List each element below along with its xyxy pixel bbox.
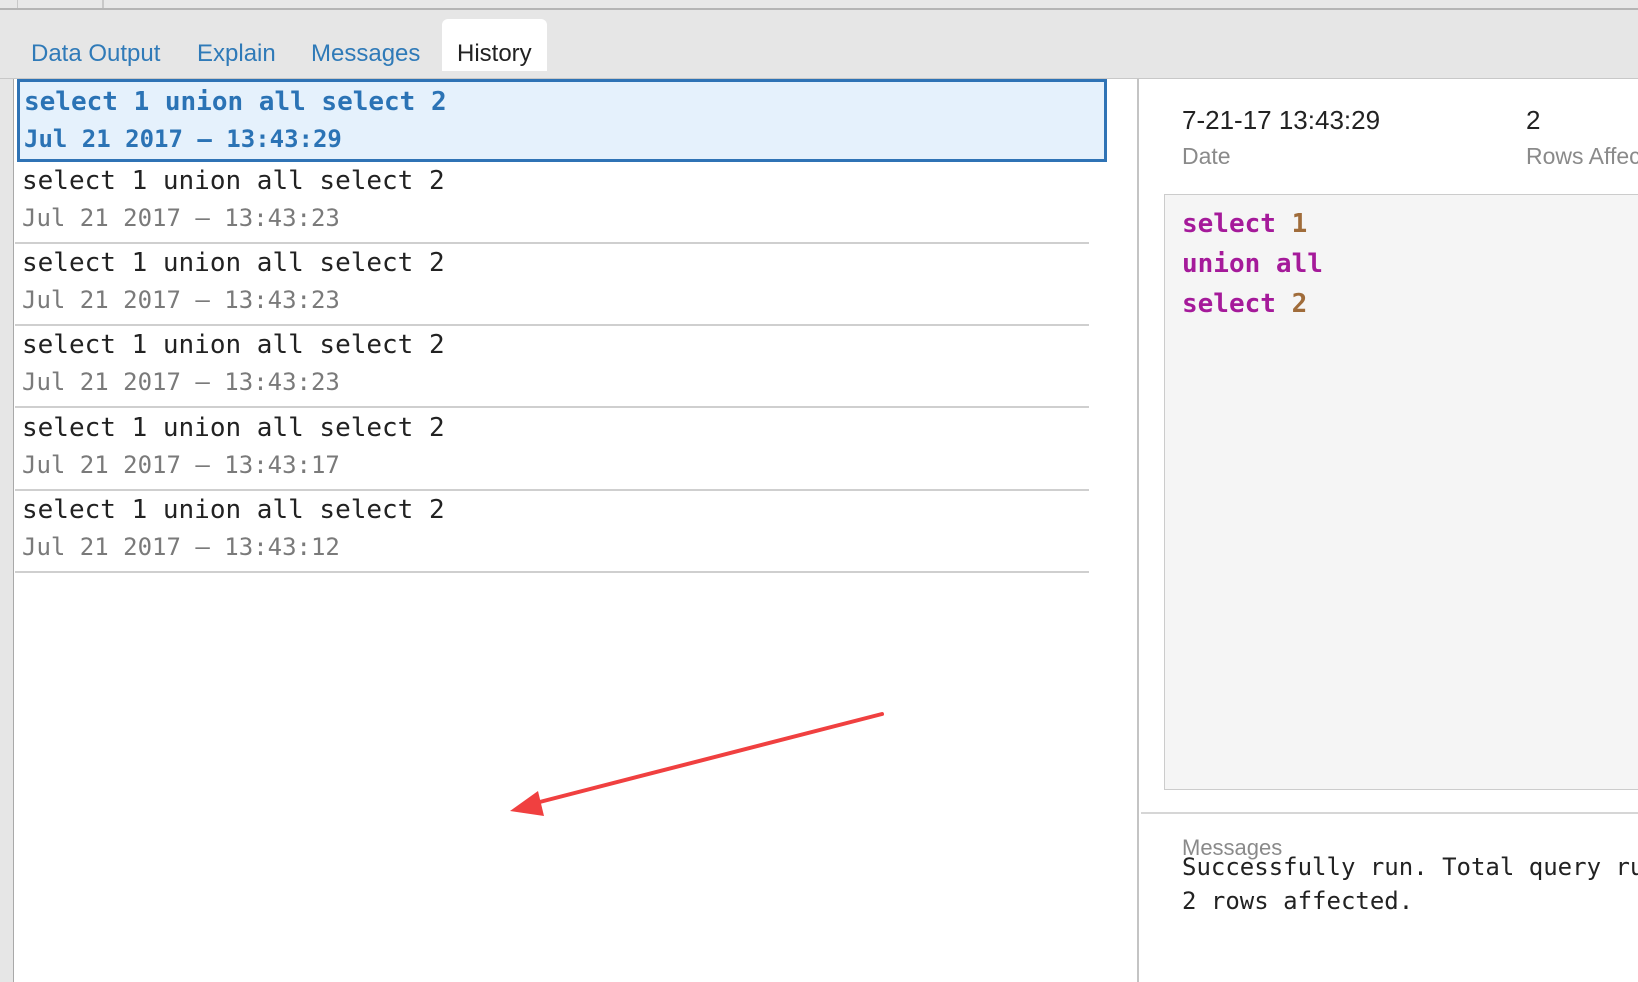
tab-data-output[interactable]: Data Output xyxy=(31,28,160,79)
history-item[interactable]: select 1 union all select 2 Jul 21 2017 … xyxy=(17,79,1107,162)
detail-rows-value: 2 xyxy=(1526,105,1541,135)
history-item-query: select 1 union all select 2 xyxy=(22,330,445,360)
history-item-time: Jul 21 2017 — 13:43:23 xyxy=(22,204,340,232)
sql-keyword: select xyxy=(1182,209,1276,239)
sql-keyword: select xyxy=(1182,289,1276,319)
detail-rows-label: Rows Affected xyxy=(1526,143,1638,169)
left-gutter xyxy=(0,79,14,982)
history-item[interactable]: select 1 union all select 2 Jul 21 2017 … xyxy=(15,158,1089,244)
history-item-time: Jul 21 2017 — 13:43:17 xyxy=(22,451,340,479)
history-item[interactable]: select 1 union all select 2 Jul 21 2017 … xyxy=(15,240,1089,326)
tab-history[interactable]: History xyxy=(442,19,547,71)
history-item-query: select 1 union all select 2 xyxy=(22,495,445,525)
history-item[interactable]: select 1 union all select 2 Jul 21 2017 … xyxy=(15,322,1089,408)
tab-bar: Data Output Explain Messages History xyxy=(0,10,1638,79)
code-line: union all xyxy=(1182,249,1638,289)
code-line: select 2 xyxy=(1182,289,1638,329)
tab-messages[interactable]: Messages xyxy=(311,28,420,79)
messages-text: Successfully run. Total query runtime xyxy=(1182,853,1638,881)
history-item-time: Jul 21 2017 — 13:43:12 xyxy=(22,533,340,561)
detail-date-value: 7-21-17 13:43:29 xyxy=(1182,105,1381,135)
history-item[interactable]: select 1 union all select 2 Jul 21 2017 … xyxy=(15,487,1089,573)
messages-text: 2 rows affected. xyxy=(1182,887,1414,915)
sql-number: 2 xyxy=(1291,289,1308,319)
sql-keyword: union all xyxy=(1182,249,1323,279)
tab-explain[interactable]: Explain xyxy=(197,28,276,79)
toolbar-divider xyxy=(17,0,18,8)
detail-divider xyxy=(1141,812,1638,814)
history-item-query: select 1 union all select 2 xyxy=(22,248,445,278)
sql-number: 1 xyxy=(1291,209,1308,239)
detail-date-label: Date xyxy=(1182,143,1231,169)
history-item-time: Jul 21 2017 — 13:43:23 xyxy=(22,286,340,314)
history-item-query: select 1 union all select 2 xyxy=(24,87,447,117)
history-item-time: Jul 21 2017 — 13:43:29 xyxy=(24,125,342,153)
history-item-query: select 1 union all select 2 xyxy=(22,413,445,443)
history-detail-panel: 7-21-17 13:43:29 Date 2 Rows Affected se… xyxy=(1141,79,1638,982)
toolbar-divider xyxy=(102,0,104,8)
history-item[interactable]: select 1 union all select 2 Jul 21 2017 … xyxy=(15,405,1089,491)
query-code-box[interactable]: select 1 union all select 2 xyxy=(1164,194,1638,790)
top-strip xyxy=(0,0,1638,10)
history-list: select 1 union all select 2 Jul 21 2017 … xyxy=(15,79,1139,982)
history-item-query: select 1 union all select 2 xyxy=(22,166,445,196)
code-line: select 1 xyxy=(1182,209,1638,249)
history-item-time: Jul 21 2017 — 13:43:23 xyxy=(22,368,340,396)
